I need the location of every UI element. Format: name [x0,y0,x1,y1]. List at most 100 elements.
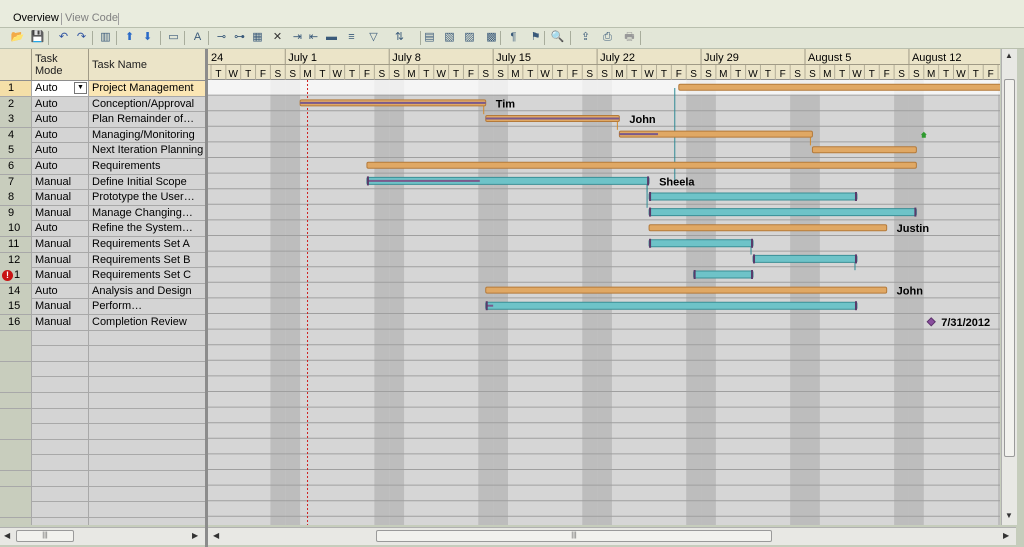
table-row[interactable]: 4 Auto Managing/Monitoring [0,127,206,144]
table-row[interactable]: 9 Manual Manage Changing… [0,205,206,222]
empty-cell[interactable] [32,377,89,393]
task-name-cell[interactable]: Define Initial Scope [89,174,206,190]
empty-row[interactable] [0,455,206,471]
task-mode-cell[interactable]: Manual [32,190,89,206]
empty-row[interactable] [0,486,206,503]
empty-row[interactable] [0,439,206,456]
task-name-cell[interactable]: Requirements Set A [89,237,206,252]
row-id-cell[interactable]: 6 [0,159,32,174]
task-mode-cell[interactable]: Manual [32,315,89,330]
empty-cell[interactable] [89,502,206,518]
manual-task-bar[interactable] [752,254,858,263]
empty-cell[interactable] [89,439,206,455]
task-mode-cell[interactable]: Auto [32,143,89,159]
empty-row[interactable] [0,502,206,518]
task-name-cell[interactable]: Analysis and Design [89,283,206,299]
row-id-cell[interactable]: 3 [0,112,32,128]
task-mode-cell[interactable]: Manual [32,252,89,268]
empty-cell[interactable] [0,502,32,518]
empty-cell[interactable] [32,486,89,502]
empty-row[interactable] [0,393,206,409]
empty-cell[interactable] [32,471,89,486]
task-name-cell[interactable]: Project Management [89,81,206,96]
empty-cell[interactable] [32,517,89,525]
progress-icon[interactable]: ▬ [324,30,339,45]
row-id-cell[interactable]: 8 [0,190,32,206]
empty-row[interactable] [0,424,206,440]
empty-row[interactable] [0,408,206,425]
row-id-cell[interactable]: 4 [0,127,32,143]
task-mode-cell[interactable]: Manual [32,299,89,315]
task-name-cell[interactable]: Completion Review [89,315,206,330]
scroll-down-arrow-icon[interactable]: ▼ [1005,511,1013,520]
empty-cell[interactable] [32,455,89,471]
empty-cell[interactable] [0,393,32,408]
summary-task-bar[interactable] [366,161,917,169]
move-up-icon[interactable]: ⬆ [122,30,137,45]
task-mode-cell[interactable]: Auto [32,112,89,128]
empty-cell[interactable] [32,408,89,424]
empty-cell[interactable] [89,517,206,525]
task-name-cell[interactable]: Perform… [89,299,206,315]
print-icon[interactable]: 🖶 [622,30,637,45]
row-id-cell[interactable]: 16 [0,315,32,330]
unlink-icon[interactable]: ⊶ [232,30,247,45]
row-id-cell[interactable]: 1! [0,268,32,284]
empty-cell[interactable] [32,502,89,518]
empty-cell[interactable] [32,330,89,346]
chevron-down-icon[interactable]: ▼ [74,82,87,94]
table-row[interactable]: 12 Manual Requirements Set B [0,252,206,269]
fit-text-icon[interactable]: A [190,30,205,45]
empty-row[interactable] [0,377,206,393]
chart-icon[interactable]: ▨ [462,30,477,45]
task-mode-cell[interactable]: Manual [32,237,89,252]
task-name-cell[interactable]: Managing/Monitoring [89,127,206,143]
summary-task-bar[interactable] [648,224,888,232]
chart-horizontal-scroll-thumb[interactable]: ||| [376,530,772,542]
redo-icon[interactable]: ↷ [74,30,89,45]
empty-cell[interactable] [0,377,32,393]
row-id-cell[interactable]: 2 [0,96,32,112]
empty-row[interactable] [0,471,206,487]
critical-path-icon[interactable]: ⚑ [528,30,543,45]
task-mode-cell[interactable]: Auto [32,159,89,174]
vertical-scroll-thumb[interactable] [1004,79,1015,457]
row-id-cell[interactable]: 12 [0,252,32,268]
task-name-cell[interactable]: Requirements Set B [89,252,206,268]
empty-cell[interactable] [89,486,206,502]
outdent-icon[interactable]: ⇤ [306,30,321,45]
tab-overview[interactable]: Overview [10,12,62,24]
task-name-cell[interactable]: Conception/Approval [89,96,206,112]
row-id-cell[interactable]: 1 [0,81,32,96]
task-name-cell[interactable]: Next Iteration Planning [89,143,206,159]
empty-cell[interactable] [0,424,32,440]
empty-cell[interactable] [32,361,89,377]
zoom-icon[interactable]: 🔍 [550,30,565,45]
task-info-icon[interactable]: ▭ [166,30,181,45]
empty-row[interactable] [0,330,206,347]
table-row[interactable]: 15 Manual Perform… [0,299,206,315]
manual-task-bar[interactable] [485,301,858,310]
table-row[interactable]: 11 Manual Requirements Set A [0,237,206,253]
empty-cell[interactable] [0,346,32,362]
undo-icon[interactable]: ↶ [56,30,71,45]
grid-horizontal-scroll-thumb[interactable]: ||| [16,530,74,542]
row-id-cell[interactable]: 7 [0,174,32,190]
manual-task-bar[interactable] [648,192,858,201]
vertical-scrollbar[interactable]: ▲ ▼ [1001,49,1017,525]
table-row[interactable]: 16 Manual Completion Review [0,315,206,331]
task-name-cell[interactable]: Requirements Set C [89,268,206,284]
empty-cell[interactable] [89,471,206,486]
scroll-left-arrow-icon[interactable]: ◀ [4,531,10,540]
row-id-cell[interactable]: 9 [0,205,32,221]
empty-cell[interactable] [0,471,32,486]
task-mode-cell[interactable]: Manual [32,205,89,221]
empty-cell[interactable] [32,424,89,440]
tab-view-code[interactable]: View Code [62,12,121,24]
table-row[interactable]: 5 Auto Next Iteration Planning [0,143,206,159]
move-down-icon[interactable]: ⬇ [140,30,155,45]
empty-cell[interactable] [0,439,32,455]
manual-task-bar[interactable] [648,239,754,248]
task-name-cell[interactable]: Manage Changing… [89,205,206,221]
task-mode-cell[interactable]: Auto ▼ [32,81,89,96]
